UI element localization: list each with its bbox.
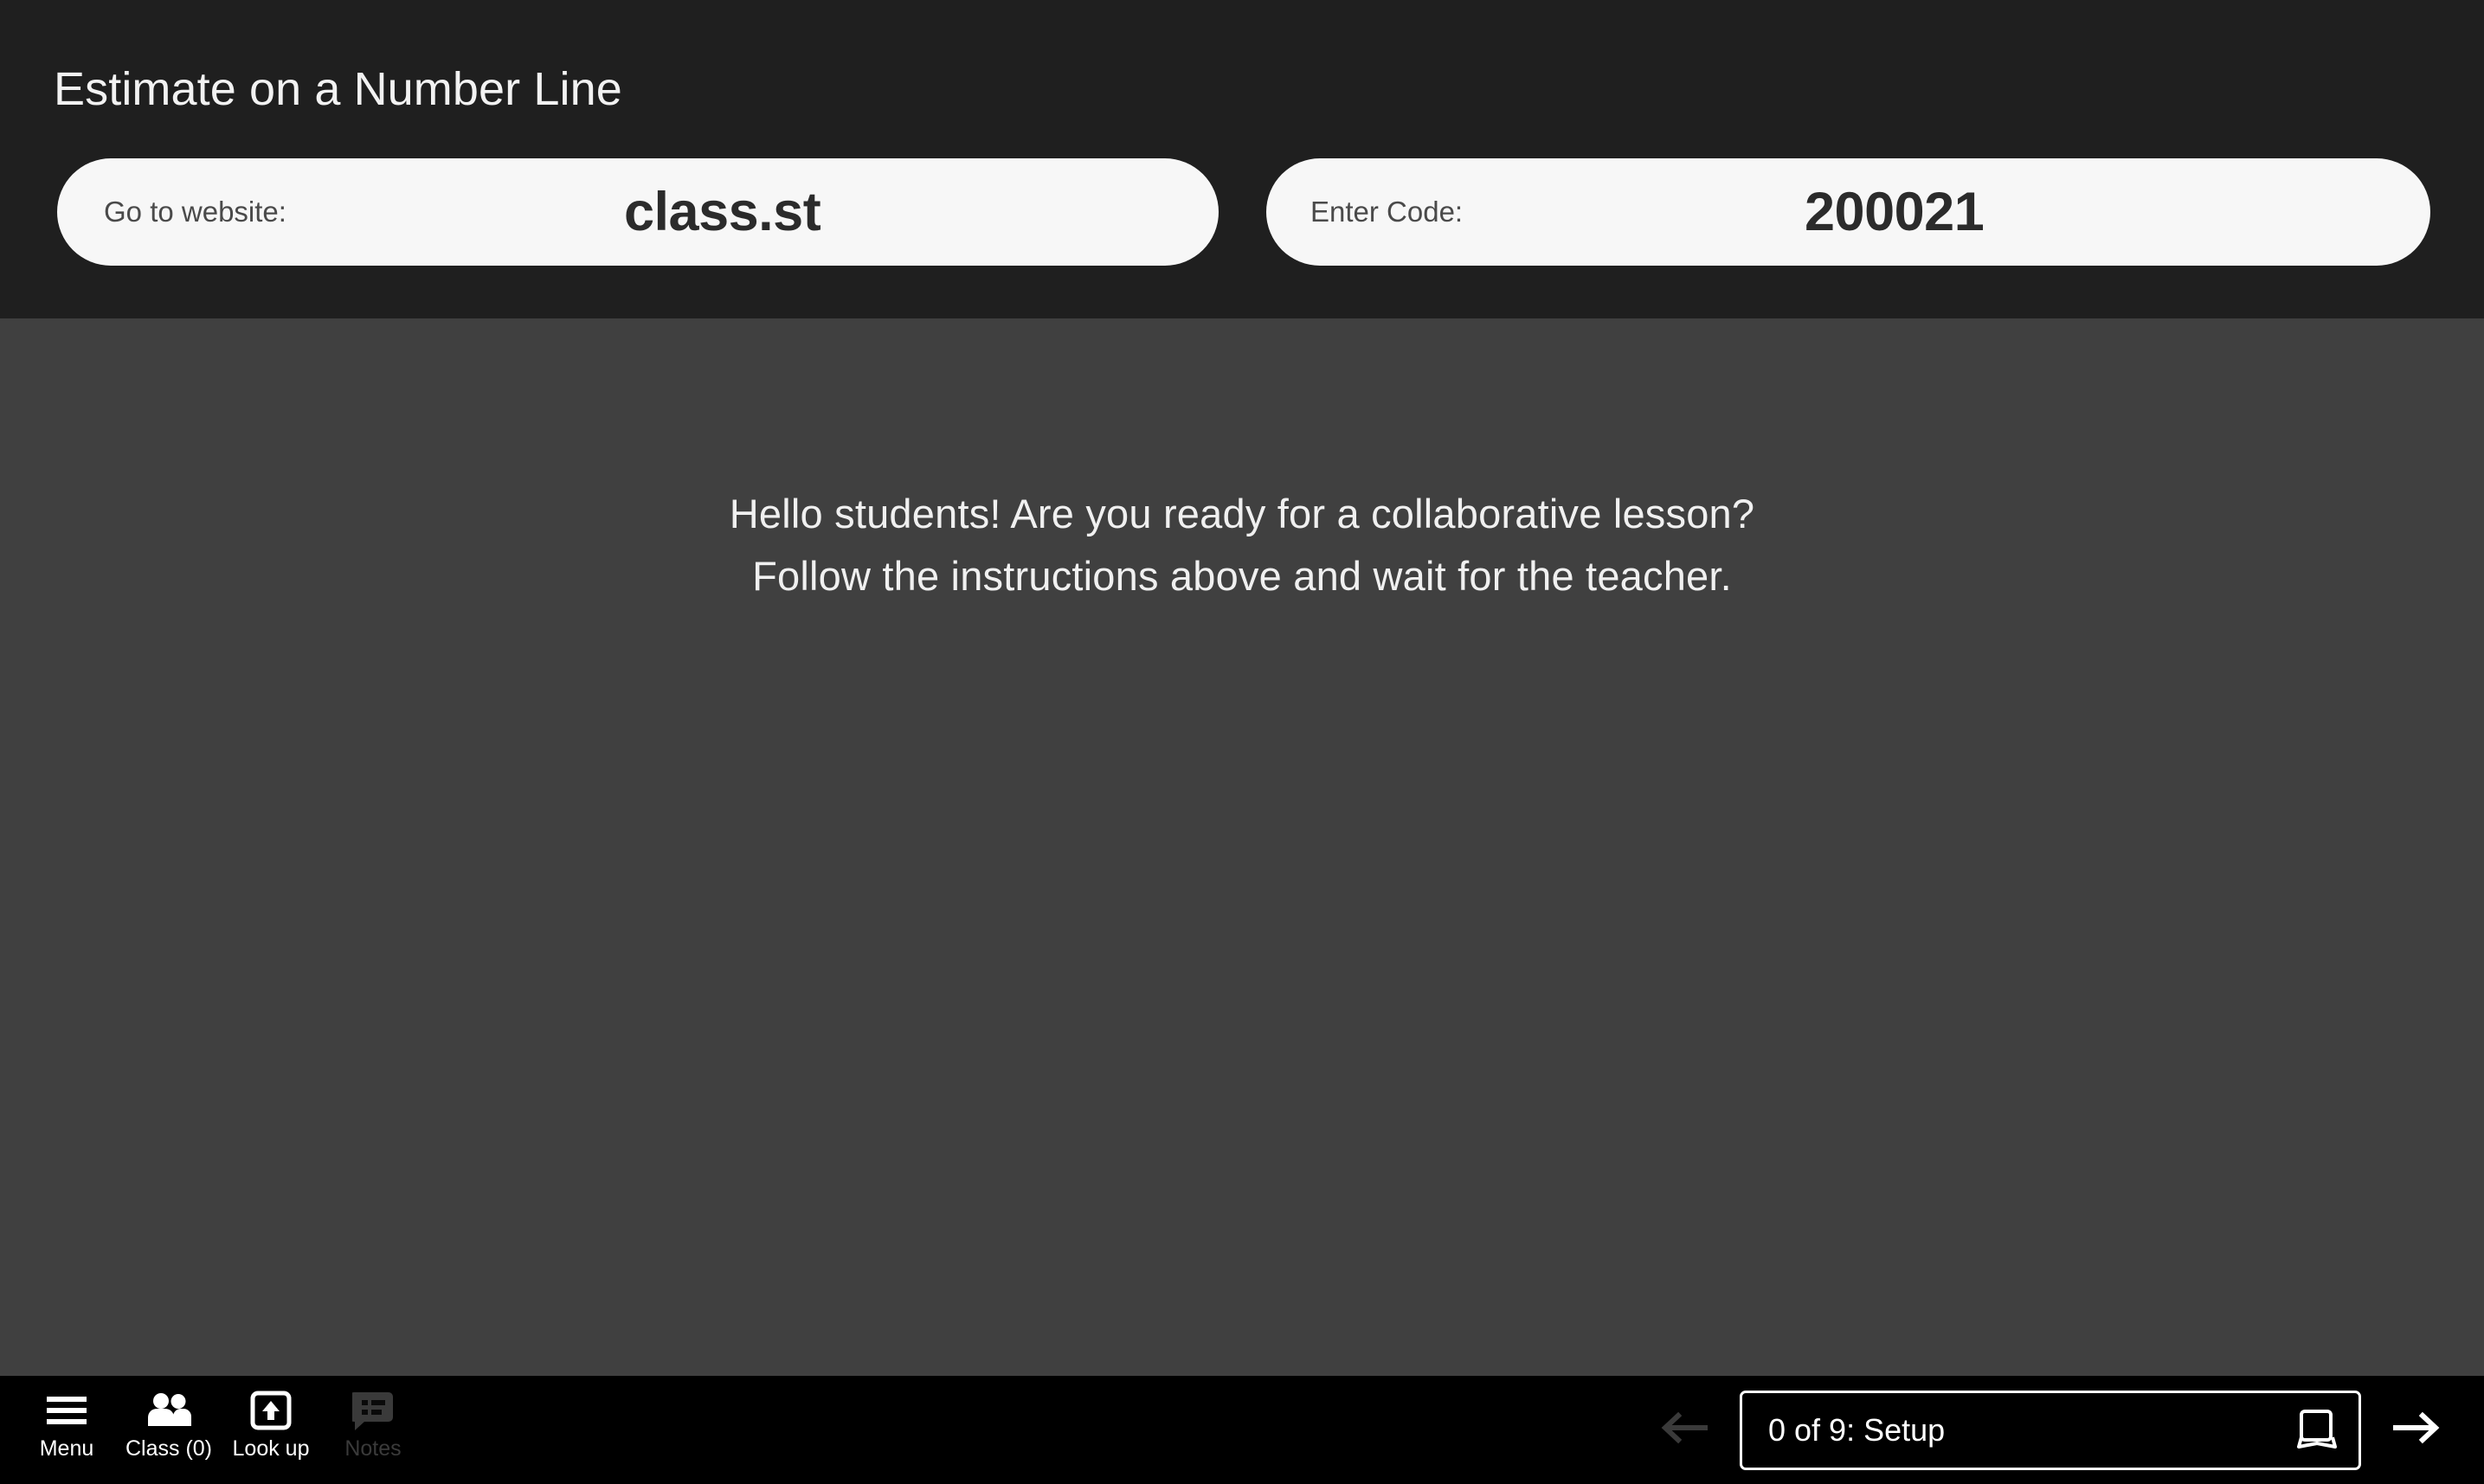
menu-button[interactable]: Menu xyxy=(16,1376,118,1484)
lesson-header: Estimate on a Number Line Go to website:… xyxy=(0,0,2484,318)
notes-bubble-icon xyxy=(347,1388,399,1433)
next-slide-button[interactable] xyxy=(2373,1376,2460,1484)
waiting-message-line-2: Follow the instructions above and wait f… xyxy=(752,552,1732,599)
website-pill-label: Go to website: xyxy=(104,196,286,228)
slide-indicator-label: 0 of 9: Setup xyxy=(1768,1411,1946,1448)
arrow-right-icon xyxy=(2391,1410,2442,1450)
hamburger-menu-icon xyxy=(41,1388,93,1433)
look-up-button-label: Look up xyxy=(232,1436,310,1461)
waiting-message: Hello students! Are you ready for a coll… xyxy=(0,483,2484,607)
website-pill[interactable]: Go to website: class.st xyxy=(57,158,1219,266)
bottom-toolbar: Menu Class (0) Look up Notes 0 of 9: Set… xyxy=(0,1376,2484,1484)
lesson-stage: Hello students! Are you ready for a coll… xyxy=(0,318,2484,1376)
arrow-left-icon xyxy=(1659,1410,1709,1450)
previous-slide-button[interactable] xyxy=(1641,1376,1728,1484)
class-button[interactable]: Class (0) xyxy=(118,1376,220,1484)
people-icon xyxy=(143,1388,195,1433)
slide-navigation: 0 of 9: Setup xyxy=(1641,1376,2484,1484)
toolbar-tools: Menu Class (0) Look up Notes xyxy=(0,1376,424,1484)
website-pill-value: class.st xyxy=(624,182,821,242)
code-pill-label: Enter Code: xyxy=(1310,196,1464,228)
page-title: Estimate on a Number Line xyxy=(54,63,622,115)
notes-button-label: Notes xyxy=(344,1436,402,1461)
look-up-button[interactable]: Look up xyxy=(220,1376,322,1484)
menu-button-label: Menu xyxy=(39,1436,94,1461)
notes-button[interactable]: Notes xyxy=(322,1376,424,1484)
waiting-message-line-1: Hello students! Are you ready for a coll… xyxy=(729,491,1755,536)
upload-box-icon xyxy=(245,1388,297,1433)
code-pill[interactable]: Enter Code: 200021 xyxy=(1266,158,2430,266)
code-pill-value: 200021 xyxy=(1805,182,1985,242)
class-button-label: Class (0) xyxy=(125,1436,212,1461)
slide-indicator[interactable]: 0 of 9: Setup xyxy=(1740,1390,2361,1470)
app-root: Estimate on a Number Line Go to website:… xyxy=(0,0,2484,1484)
flipchart-book-icon[interactable] xyxy=(2294,1408,2339,1453)
join-instructions-row: Go to website: class.st Enter Code: 2000… xyxy=(0,158,2484,266)
